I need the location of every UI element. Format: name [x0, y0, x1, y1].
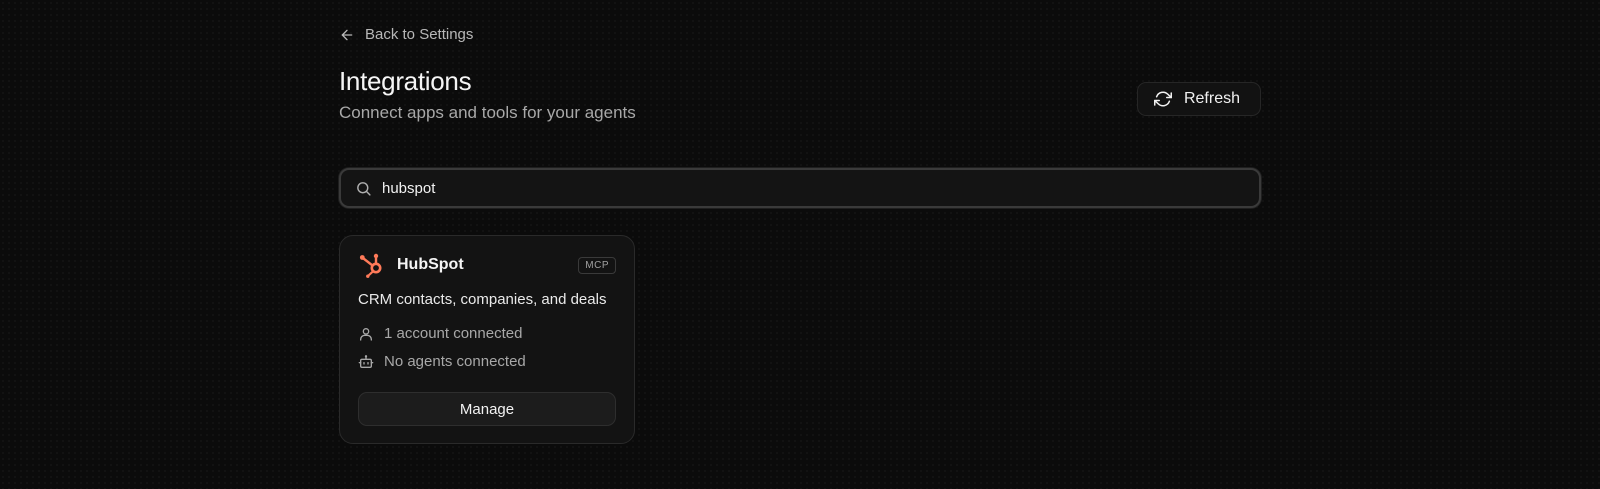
manage-button[interactable]: Manage	[358, 392, 616, 426]
accounts-connected-text: 1 account connected	[384, 325, 523, 342]
search-icon	[357, 181, 371, 196]
refresh-button-label: Refresh	[1183, 90, 1240, 107]
card-header: HubSpot MCP	[358, 250, 616, 280]
refresh-icon	[1153, 91, 1172, 107]
bot-icon	[358, 354, 374, 368]
search-input[interactable]	[382, 179, 1245, 197]
agents-connected-row: No agents connected	[358, 353, 526, 370]
arrow-left-icon	[341, 29, 353, 40]
page-title: Integrations	[339, 66, 472, 96]
back-link-label: Back to Settings	[365, 26, 474, 43]
user-icon	[360, 327, 372, 341]
integration-type-badge: MCP	[578, 256, 616, 274]
integrations-page: Back to Settings Integrations Connect ap…	[0, 0, 1600, 489]
search-bar	[339, 168, 1261, 208]
hubspot-logo-icon	[359, 253, 382, 278]
refresh-button[interactable]: Refresh	[1136, 82, 1261, 116]
integration-card-hubspot: HubSpot MCP CRM contacts, companies, and…	[339, 235, 635, 444]
accounts-connected-row: 1 account connected	[358, 325, 522, 342]
integration-description: CRM contacts, companies, and deals	[358, 291, 607, 308]
integration-name: HubSpot	[397, 256, 464, 273]
back-to-settings-link[interactable]: Back to Settings	[339, 26, 473, 43]
page-subtitle: Connect apps and tools for your agents	[339, 103, 636, 122]
agents-connected-text: No agents connected	[384, 353, 526, 370]
